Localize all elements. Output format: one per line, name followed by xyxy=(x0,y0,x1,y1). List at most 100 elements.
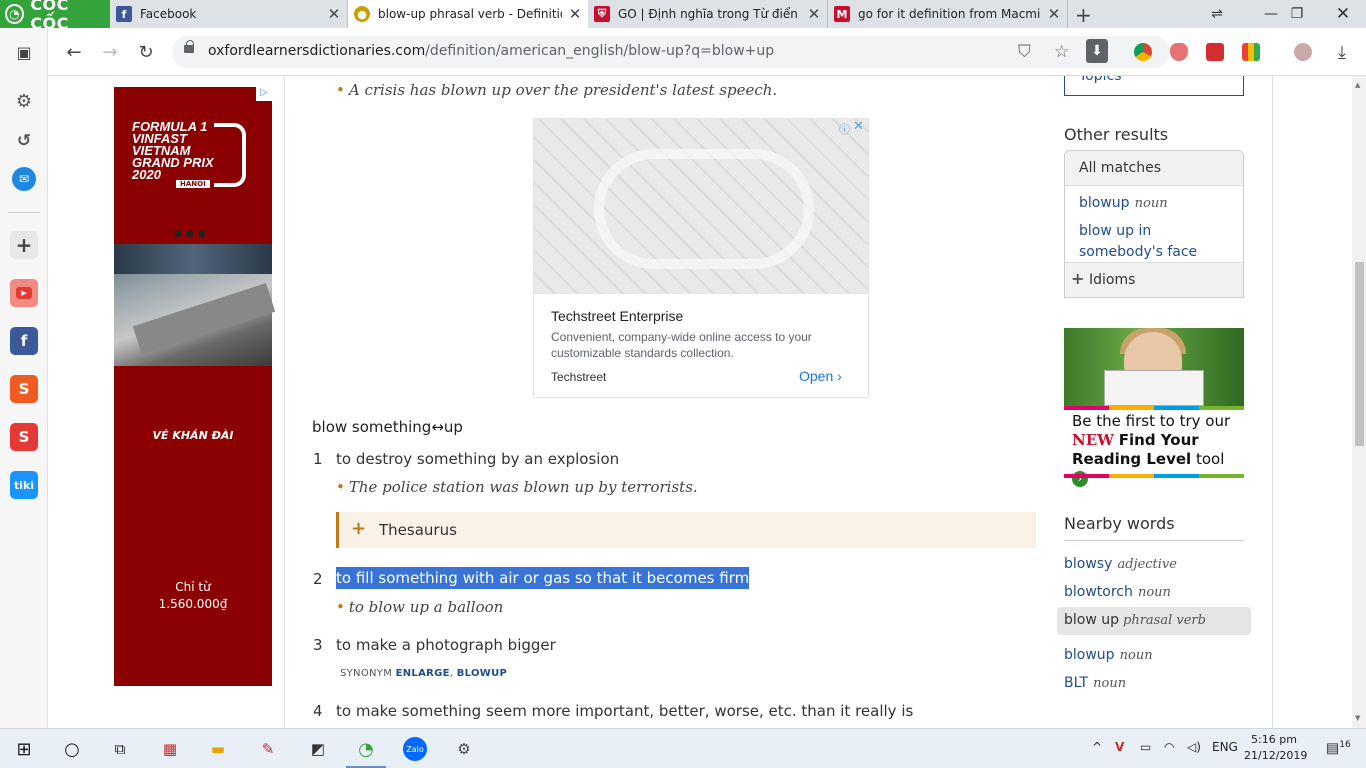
tab-cambridge[interactable]: ⛨ GO | Định nghĩa trong Từ điển tiến ✕ xyxy=(588,0,828,28)
new-tab-button[interactable]: + xyxy=(1075,3,1092,27)
sticky-app-icon[interactable]: ◩ xyxy=(306,737,330,761)
nearby-word[interactable]: blowup xyxy=(1064,647,1115,663)
page-scrollbar[interactable]: ▲ ▼ xyxy=(1352,76,1366,728)
sense-number: 3 xyxy=(313,636,323,654)
chevron-up-icon[interactable]: ^ xyxy=(1092,740,1102,754)
nearby-word-item[interactable]: blowup noun xyxy=(1064,644,1250,663)
add-panel-icon[interactable]: + xyxy=(10,231,38,259)
profile-avatar[interactable] xyxy=(1294,43,1312,61)
scrollbar-thumb[interactable] xyxy=(1355,262,1364,446)
history-icon[interactable]: ↺ xyxy=(10,127,38,155)
sense-number: 1 xyxy=(313,450,323,468)
sense-definition: to make something seem more important, b… xyxy=(336,702,914,720)
forward-icon[interactable]: → xyxy=(98,40,122,64)
tab-macmillan[interactable]: M go for it definition from Macmillan ✕ xyxy=(828,0,1068,28)
nearby-word-selected[interactable]: blow up phrasal verb xyxy=(1057,607,1251,635)
tiki-icon[interactable]: tiki xyxy=(10,471,38,499)
adchoices-icon[interactable]: ▷ xyxy=(256,87,272,101)
topics-box[interactable]: Topics xyxy=(1064,76,1244,96)
task-view-icon[interactable]: ⧉ xyxy=(108,737,132,761)
f1-advertisement[interactable]: ▷ FORMULA 1 VINFAST VIETNAM GRAND PRIX 2… xyxy=(114,87,276,686)
downloads-icon[interactable]: ⤓ xyxy=(1330,40,1354,64)
clock[interactable]: 5:16 pm 21/12/2019 xyxy=(1244,732,1307,764)
refresh-extension-icon[interactable] xyxy=(1206,43,1224,61)
tab-label: go for it definition from Macmillan xyxy=(858,7,1041,21)
example-sentence: • to blow up a balloon xyxy=(336,598,504,616)
volume-icon[interactable]: ◁) xyxy=(1187,740,1201,754)
page-content: ▷ FORMULA 1 VINFAST VIETNAM GRAND PRIX 2… xyxy=(48,76,1352,728)
zalo-icon[interactable]: Zalo xyxy=(403,737,427,761)
windows-start-icon[interactable]: ⊞ xyxy=(12,737,36,761)
adblock-icon[interactable] xyxy=(1170,43,1188,61)
sidebar-toggle-icon[interactable]: ▣ xyxy=(10,38,38,66)
track-road xyxy=(132,283,276,355)
all-matches-header[interactable]: All matches xyxy=(1065,151,1243,186)
reload-icon[interactable]: ↻ xyxy=(134,40,158,64)
battery-icon[interactable]: ▭ xyxy=(1140,740,1151,754)
file-explorer-icon[interactable]: ▬ xyxy=(206,737,230,761)
match-item[interactable]: blowup noun xyxy=(1079,192,1168,211)
nearby-word-item[interactable]: blowtorch noun xyxy=(1064,581,1250,600)
search-icon[interactable]: ○ xyxy=(60,737,84,761)
language-indicator[interactable]: ENG xyxy=(1212,740,1238,754)
close-icon[interactable]: ✕ xyxy=(807,5,821,23)
close-icon[interactable]: ✕ xyxy=(568,5,582,23)
back-icon[interactable]: ← xyxy=(62,40,86,64)
close-icon[interactable]: ✕ xyxy=(327,5,341,23)
restore-button[interactable]: ❐ xyxy=(1274,0,1320,28)
notification-icon[interactable]: ▤16 xyxy=(1326,740,1351,757)
match-word[interactable]: blow up in somebody's face xyxy=(1079,223,1197,260)
wifi-icon[interactable]: ◠ xyxy=(1164,740,1174,754)
synonym-link[interactable]: ENLARGE xyxy=(396,668,450,679)
download-page-icon[interactable]: ⬇ xyxy=(1086,39,1108,63)
color-picker-icon[interactable] xyxy=(1242,43,1260,61)
url-text[interactable]: oxfordlearnersdictionaries.com/definitio… xyxy=(208,43,774,59)
idioms-expander[interactable]: + Idioms xyxy=(1065,262,1243,297)
divider xyxy=(1064,540,1244,541)
tab-oxford[interactable]: ● blow-up phrasal verb - Definition, ✕ xyxy=(348,0,588,28)
plus-icon: + xyxy=(1071,269,1085,288)
sendo-icon[interactable]: S xyxy=(10,423,38,451)
shield-icon[interactable]: ⛉ xyxy=(1018,42,1031,62)
office-app-icon[interactable]: ▦ xyxy=(158,737,182,761)
close-window-button[interactable]: ✕ xyxy=(1320,0,1366,28)
chrome-extension-icon[interactable] xyxy=(1134,43,1152,61)
close-icon[interactable]: ✕ xyxy=(1047,5,1061,23)
example-text: The police station was blown up by terro… xyxy=(348,478,698,496)
bookmark-star-icon[interactable]: ☆ xyxy=(1054,42,1069,62)
coccoc-brand[interactable]: ◔ CỐC CỐC xyxy=(0,0,110,33)
paint-app-icon[interactable]: ✎ xyxy=(256,737,280,761)
nearby-word-item[interactable]: BLT noun xyxy=(1064,672,1250,691)
arrow-right-icon[interactable]: › xyxy=(1072,470,1088,487)
tab-facebook[interactable]: f Facebook ✕ xyxy=(110,0,348,28)
nearby-word[interactable]: blowtorch xyxy=(1064,584,1133,600)
shopee-icon[interactable]: S xyxy=(10,375,38,403)
url-path: /definition/american_english/blow-up?q=b… xyxy=(425,43,775,59)
topics-link[interactable]: Topics xyxy=(1079,76,1122,84)
ad-open-button[interactable]: Open › xyxy=(799,368,842,384)
tool-app-icon[interactable]: ⚙ xyxy=(452,737,476,761)
reading-level-promo[interactable]: Be the first to try our NEW Find Your Re… xyxy=(1064,328,1244,487)
address-bar[interactable]: oxfordlearnersdictionaries.com/definitio… xyxy=(172,36,1170,68)
nearby-word[interactable]: BLT xyxy=(1064,675,1088,691)
techstreet-advertisement[interactable]: ⓘ ✕ Techstreet Enterprise Convenient, co… xyxy=(533,118,869,398)
synonym-link[interactable]: BLOWUP xyxy=(457,668,507,679)
ad-close-icon[interactable]: ✕ xyxy=(853,119,864,134)
coccoc-taskbar-icon[interactable]: ◔ xyxy=(354,737,378,761)
scroll-up-icon[interactable]: ▲ xyxy=(1355,81,1360,89)
match-item[interactable]: blow up in somebody's face xyxy=(1079,220,1229,262)
settings-icon[interactable]: ⚙ xyxy=(10,87,38,115)
facebook-panel-icon[interactable]: f xyxy=(10,327,38,355)
ad-open-label: Open xyxy=(799,368,834,384)
scroll-down-icon[interactable]: ▼ xyxy=(1355,714,1360,722)
nearby-word[interactable]: blowsy xyxy=(1064,556,1112,572)
thesaurus-expander[interactable]: + Thesaurus xyxy=(336,512,1036,548)
tab-menu-icon[interactable]: ⇌ xyxy=(1194,0,1240,28)
youtube-icon[interactable]: ▶ xyxy=(10,279,38,307)
match-word[interactable]: blowup xyxy=(1079,195,1130,211)
other-results-box: All matches blowup noun blow up in someb… xyxy=(1064,150,1244,298)
ad-info-icon[interactable]: ⓘ xyxy=(839,121,850,137)
messenger-icon[interactable]: ✉ xyxy=(12,167,36,191)
nearby-word-item[interactable]: blowsy adjective xyxy=(1064,553,1250,572)
v-app-tray-icon[interactable]: V xyxy=(1115,740,1124,754)
